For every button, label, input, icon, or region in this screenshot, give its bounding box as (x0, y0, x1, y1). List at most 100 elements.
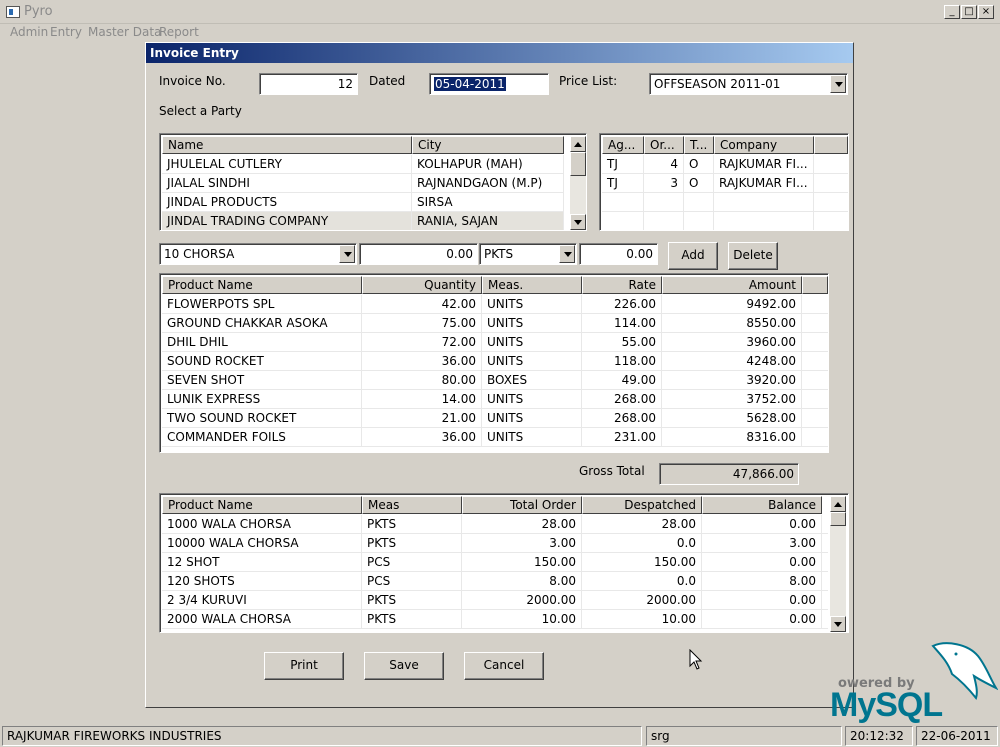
save-button[interactable]: Save (364, 652, 444, 680)
product-cell-rate: 114.00 (582, 314, 662, 333)
order-scrollbar[interactable] (830, 496, 846, 632)
menu-report[interactable]: Report (159, 25, 199, 39)
agent-row[interactable]: TJ 4 O RAJKUMAR FI... (602, 155, 848, 174)
product-col-amount[interactable]: Amount (662, 276, 802, 294)
product-cell-name: SOUND ROCKET (162, 352, 362, 371)
agent-col-order[interactable]: Or... (644, 136, 684, 154)
rate-input[interactable]: 0.00 (579, 243, 658, 265)
minimize-button[interactable]: _ (944, 5, 960, 19)
product-col-quantity[interactable]: Quantity (362, 276, 482, 294)
party-row-selected[interactable]: JINDAL TRADING COMPANY RANIA, SAJAN (162, 212, 564, 230)
product-cell-quantity: 21.00 (362, 409, 482, 428)
party-scrollbar[interactable] (570, 136, 586, 230)
product-row[interactable]: SEVEN SHOT 80.00 BOXES 49.00 3920.00 (162, 371, 828, 390)
order-cell-name: 12 SHOT (162, 553, 362, 572)
chevron-down-icon[interactable] (339, 245, 355, 263)
agent-col-company[interactable]: Company (714, 136, 814, 154)
order-cell-balance: 0.00 (702, 553, 822, 572)
order-row[interactable]: 1000 WALA CHORSA PKTS 28.00 28.00 0.00 (162, 515, 828, 534)
order-row[interactable]: 120 SHOTS PCS 8.00 0.0 8.00 (162, 572, 828, 591)
order-row[interactable]: 2000 WALA CHORSA PKTS 10.00 10.00 0.00 (162, 610, 828, 629)
order-col-despatched[interactable]: Despatched (582, 496, 702, 514)
order-cell-balance: 0.00 (702, 515, 822, 534)
product-row[interactable]: TWO SOUND ROCKET 21.00 UNITS 268.00 5628.00 (162, 409, 828, 428)
agent-col-type[interactable]: T... (684, 136, 714, 154)
party-col-city[interactable]: City (412, 136, 564, 154)
scroll-down-icon[interactable] (570, 214, 586, 230)
party-name: JINDAL TRADING COMPANY (162, 212, 412, 230)
product-row[interactable]: DHIL DHIL 72.00 UNITS 55.00 3960.00 (162, 333, 828, 352)
party-col-name[interactable]: Name (162, 136, 412, 154)
order-col-meas[interactable]: Meas (362, 496, 462, 514)
price-list-select[interactable]: OFFSEASON 2011-01 (649, 73, 848, 95)
product-cell-meas: BOXES (482, 371, 582, 390)
agent-company: RAJKUMAR FI... (714, 155, 814, 174)
product-cell-meas: UNITS (482, 409, 582, 428)
agent-table: Ag... Or... T... Company TJ 4 O RAJKUMAR… (599, 133, 849, 231)
delete-button[interactable]: Delete (728, 242, 778, 270)
product-col-rate[interactable]: Rate (582, 276, 662, 294)
order-cell-total-order: 28.00 (462, 515, 582, 534)
scroll-thumb[interactable] (570, 152, 586, 176)
product-cell-amount: 3960.00 (662, 333, 802, 352)
order-row[interactable]: 2 3/4 KURUVI PKTS 2000.00 2000.00 0.00 (162, 591, 828, 610)
menu-admin[interactable]: Admin (10, 25, 48, 39)
product-select[interactable]: 10 CHORSA (159, 243, 357, 265)
party-row[interactable]: JINDAL PRODUCTS SIRSA (162, 193, 564, 212)
order-row[interactable]: 12 SHOT PCS 150.00 150.00 0.00 (162, 553, 828, 572)
agent-code: TJ (602, 174, 644, 193)
order-cell-total-order: 150.00 (462, 553, 582, 572)
order-col-name[interactable]: Product Name (162, 496, 362, 514)
product-cell-name: GROUND CHAKKAR ASOKA (162, 314, 362, 333)
agent-col-agent[interactable]: Ag... (602, 136, 644, 154)
product-table: Product Name Quantity Meas. Rate Amount … (159, 273, 829, 453)
product-row[interactable]: COMMANDER FOILS 36.00 UNITS 231.00 8316.00 (162, 428, 828, 447)
product-col-name[interactable]: Product Name (162, 276, 362, 294)
order-cell-meas: PKTS (362, 534, 462, 553)
scroll-up-icon[interactable] (830, 496, 846, 512)
order-cell-name: 1000 WALA CHORSA (162, 515, 362, 534)
chevron-down-icon[interactable] (559, 245, 575, 263)
order-col-balance[interactable]: Balance (702, 496, 822, 514)
product-col-meas[interactable]: Meas. (482, 276, 582, 294)
invoice-no-input[interactable]: 12 (259, 73, 358, 95)
scroll-up-icon[interactable] (570, 136, 586, 152)
agent-row[interactable]: TJ 3 O RAJKUMAR FI... (602, 174, 848, 193)
order-cell-balance: 3.00 (702, 534, 822, 553)
app-title-bar: Pyro _ □ × (0, 0, 1000, 24)
product-row[interactable]: GROUND CHAKKAR ASOKA 75.00 UNITS 114.00 8550… (162, 314, 828, 333)
order-cell-despatched: 28.00 (582, 515, 702, 534)
product-cell-name: COMMANDER FOILS (162, 428, 362, 447)
agent-col-filler (814, 136, 848, 154)
agent-order: 3 (644, 174, 684, 193)
product-row[interactable]: SOUND ROCKET 36.00 UNITS 118.00 4248.00 (162, 352, 828, 371)
order-cell-total-order: 2000.00 (462, 591, 582, 610)
order-cell-name: 2000 WALA CHORSA (162, 610, 362, 629)
product-cell-amount: 3752.00 (662, 390, 802, 409)
maximize-button[interactable]: □ (961, 5, 977, 19)
order-col-total-order[interactable]: Total Order (462, 496, 582, 514)
cancel-button[interactable]: Cancel (464, 652, 544, 680)
party-city: RANIA, SAJAN (412, 212, 564, 230)
product-col-filler (802, 276, 828, 294)
order-row[interactable]: 10000 WALA CHORSA PKTS 3.00 0.0 3.00 (162, 534, 828, 553)
party-row[interactable]: JHULELAL CUTLERY KOLHAPUR (MAH) (162, 155, 564, 174)
party-city: KOLHAPUR (MAH) (412, 155, 564, 174)
menu-entry[interactable]: Entry (50, 25, 82, 39)
product-row[interactable]: LUNIK EXPRESS 14.00 UNITS 268.00 3752.00 (162, 390, 828, 409)
menu-master-data[interactable]: Master Data (88, 25, 161, 39)
add-button[interactable]: Add (668, 242, 718, 270)
product-cell-rate: 118.00 (582, 352, 662, 371)
scroll-thumb[interactable] (830, 512, 846, 526)
product-row[interactable]: FLOWERPOTS SPL 42.00 UNITS 226.00 9492.00 (162, 295, 828, 314)
chevron-down-icon[interactable] (830, 75, 846, 93)
order-cell-despatched: 2000.00 (582, 591, 702, 610)
meas-select[interactable]: PKTS (479, 243, 577, 265)
close-button[interactable]: × (978, 5, 994, 19)
party-row[interactable]: JIALAL SINDHI RAJNANDGAON (M.P) (162, 174, 564, 193)
quantity-input[interactable]: 0.00 (359, 243, 478, 265)
order-cell-meas: PKTS (362, 610, 462, 629)
scroll-down-icon[interactable] (830, 616, 846, 632)
dated-input[interactable]: 05-04-2011 (429, 73, 549, 95)
print-button[interactable]: Print (264, 652, 344, 680)
